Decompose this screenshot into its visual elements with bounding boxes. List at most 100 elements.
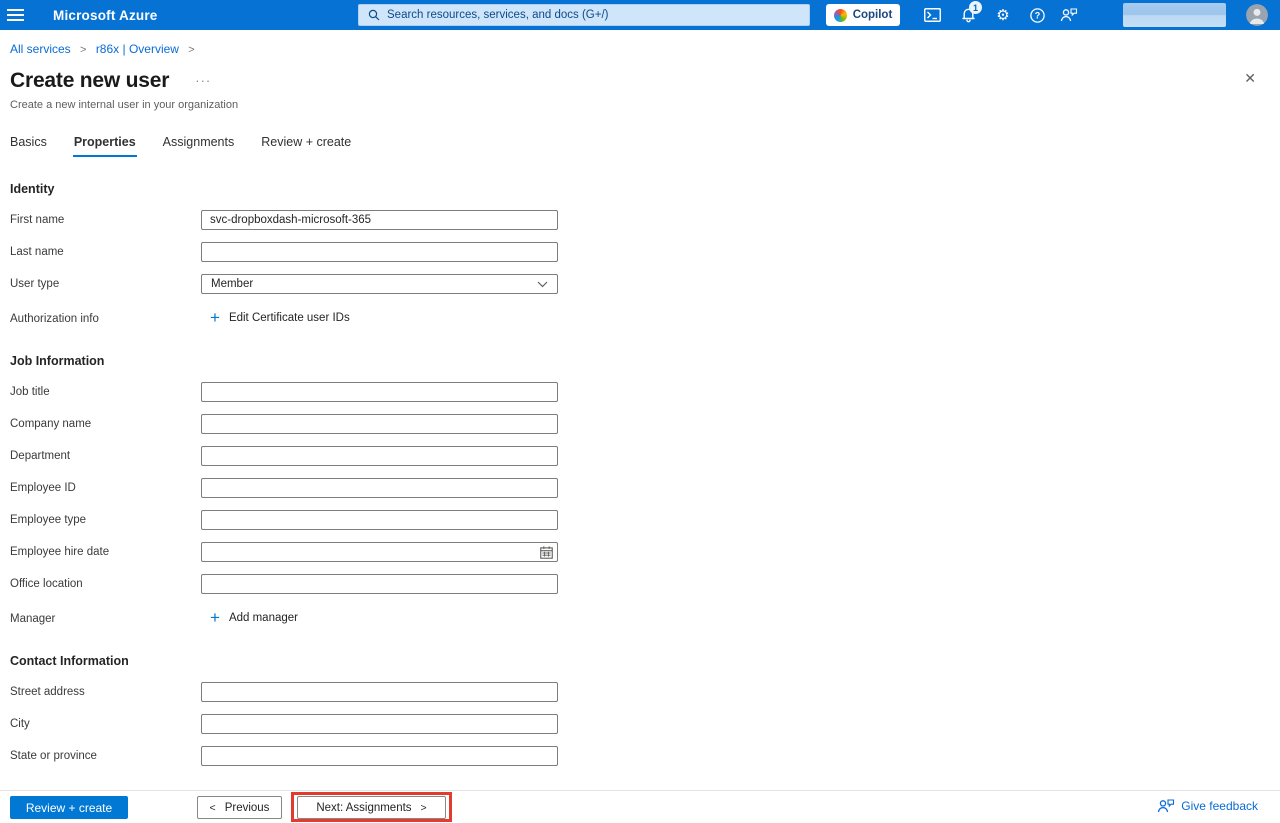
form-row-user-type: User type Member (10, 274, 1280, 294)
edit-certificate-user-ids-link[interactable]: + Edit Certificate user IDs (210, 311, 350, 324)
tab-bar: Basics Properties Assignments Review + c… (10, 135, 1280, 157)
form-row-office-location: Office location (10, 574, 1280, 594)
state-or-province-label: State or province (10, 750, 201, 762)
chevron-left-icon: < (210, 802, 216, 814)
section-heading-contact-information: Contact Information (10, 654, 1280, 668)
office-location-input[interactable] (201, 574, 558, 594)
breadcrumb-chevron-icon: > (188, 44, 194, 56)
link-label: Add manager (229, 612, 298, 624)
employee-id-label: Employee ID (10, 482, 201, 494)
close-icon[interactable]: ✕ (1244, 71, 1256, 85)
breadcrumb-all-services[interactable]: All services (10, 42, 71, 56)
employee-type-input[interactable] (201, 510, 558, 530)
street-address-input[interactable] (201, 682, 558, 702)
selected-value: Member (211, 278, 253, 290)
more-icon[interactable]: ··· (195, 73, 211, 88)
plus-icon: + (210, 611, 220, 624)
department-input[interactable] (201, 446, 558, 466)
form-row-first-name: First name (10, 210, 1280, 230)
department-label: Department (10, 450, 201, 462)
account-info-redacted[interactable] (1123, 3, 1226, 27)
search-icon (368, 9, 380, 21)
feedback-icon[interactable] (1055, 0, 1083, 30)
help-icon[interactable]: ? (1023, 0, 1051, 30)
search-input[interactable] (387, 9, 800, 21)
svg-text:?: ? (1034, 10, 1040, 20)
link-label: Edit Certificate user IDs (229, 312, 350, 324)
breadcrumb: All services > r86x | Overview > (10, 40, 1280, 56)
form-row-authorization-info: Authorization info + Edit Certificate user… (10, 309, 1280, 329)
form-sections: Identity First name Last name User type Memb… (10, 182, 1280, 766)
form-row-street-address: Street address (10, 682, 1280, 702)
main-content: All services > r86x | Overview > Create … (0, 40, 1280, 790)
form-row-last-name: Last name (10, 242, 1280, 262)
first-name-label: First name (10, 214, 201, 226)
employee-id-input[interactable] (201, 478, 558, 498)
cloud-shell-icon[interactable] (918, 0, 946, 30)
section-heading-job-information: Job Information (10, 354, 1280, 368)
chevron-down-icon (537, 281, 548, 288)
footer-bar: Review + create < Previous Next: Assignm… (0, 790, 1280, 823)
form-row-employee-hire-date: Employee hire date (10, 542, 1280, 562)
form-row-manager: Manager + Add manager (10, 609, 1280, 629)
give-feedback-link[interactable]: Give feedback (1157, 799, 1258, 813)
employee-hire-date-label: Employee hire date (10, 546, 201, 558)
street-address-label: Street address (10, 686, 201, 698)
authorization-info-label: Authorization info (10, 313, 201, 325)
add-manager-link[interactable]: + Add manager (210, 611, 298, 624)
user-type-label: User type (10, 278, 201, 290)
first-name-input[interactable] (201, 210, 558, 230)
office-location-label: Office location (10, 578, 201, 590)
page-subtitle: Create a new internal user in your organ… (10, 99, 1280, 111)
manager-label: Manager (10, 613, 201, 625)
previous-button-label: Previous (225, 802, 270, 814)
review-create-button[interactable]: Review + create (10, 796, 128, 819)
give-feedback-label: Give feedback (1181, 799, 1258, 813)
form-row-employee-type: Employee type (10, 510, 1280, 530)
plus-icon: + (210, 311, 220, 324)
azure-logo[interactable]: Microsoft Azure (53, 0, 158, 30)
state-or-province-input[interactable] (201, 746, 558, 766)
copilot-label: Copilot (853, 9, 893, 21)
copilot-button[interactable]: Copilot (826, 4, 900, 26)
notifications-icon[interactable]: 1 (954, 0, 982, 30)
tab-review-create[interactable]: Review + create (261, 135, 351, 157)
tab-basics[interactable]: Basics (10, 135, 47, 157)
user-type-select[interactable]: Member (201, 274, 558, 294)
form-row-company-name: Company name (10, 414, 1280, 434)
city-label: City (10, 718, 201, 730)
last-name-input[interactable] (201, 242, 558, 262)
job-title-label: Job title (10, 386, 201, 398)
employee-type-label: Employee type (10, 514, 201, 526)
form-row-job-title: Job title (10, 382, 1280, 402)
previous-button[interactable]: < Previous (197, 796, 282, 819)
job-title-input[interactable] (201, 382, 558, 402)
section-heading-identity: Identity (10, 182, 1280, 196)
avatar[interactable] (1246, 4, 1268, 26)
form-row-state-or-province: State or province (10, 746, 1280, 766)
notification-badge: 1 (969, 1, 982, 14)
employee-hire-date-input[interactable] (201, 542, 558, 562)
city-input[interactable] (201, 714, 558, 734)
form-row-department: Department (10, 446, 1280, 466)
breadcrumb-r86x-overview[interactable]: r86x | Overview (96, 42, 179, 56)
copilot-icon (834, 9, 847, 22)
breadcrumb-chevron-icon: > (80, 44, 86, 56)
calendar-icon[interactable] (540, 546, 553, 559)
page-title: Create new user (10, 69, 169, 93)
tab-properties[interactable]: Properties (74, 135, 136, 157)
top-bar: Microsoft Azure Copilot 1 ⚙ ? (0, 0, 1280, 30)
next-assignments-button[interactable]: Next: Assignments > (297, 796, 446, 819)
form-row-city: City (10, 714, 1280, 734)
company-name-label: Company name (10, 418, 201, 430)
feedback-icon (1157, 799, 1175, 813)
company-name-input[interactable] (201, 414, 558, 434)
next-button-label: Next: Assignments (316, 802, 411, 814)
settings-gear-icon[interactable]: ⚙ (989, 0, 1017, 30)
tab-assignments[interactable]: Assignments (163, 135, 235, 157)
chevron-right-icon: > (421, 802, 427, 814)
global-search[interactable] (358, 4, 810, 26)
form-row-employee-id: Employee ID (10, 478, 1280, 498)
hamburger-menu-icon[interactable] (0, 0, 30, 30)
last-name-label: Last name (10, 246, 201, 258)
